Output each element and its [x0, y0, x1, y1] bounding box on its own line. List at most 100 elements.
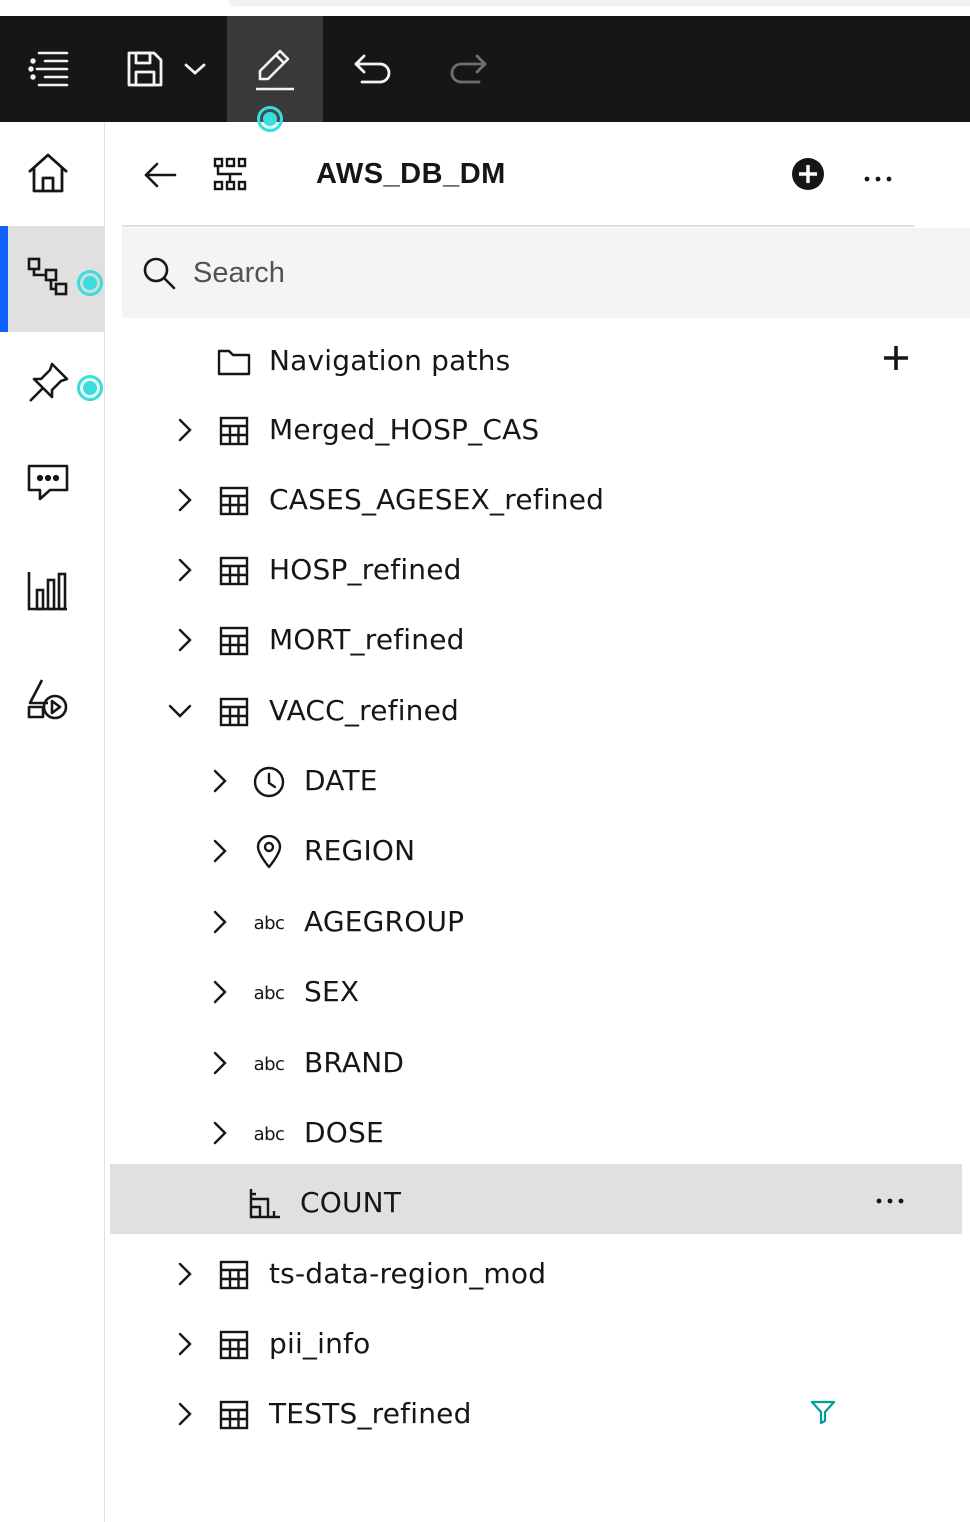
- menu-icon: [27, 47, 71, 91]
- tree-item-table-expanded[interactable]: VACC_refined: [110, 676, 962, 746]
- tree-item-label: HOSP_refined: [269, 553, 462, 586]
- undo-button[interactable]: [337, 16, 407, 122]
- table-icon: [217, 695, 251, 729]
- table-icon: [217, 414, 251, 448]
- chevron-right-icon[interactable]: [172, 418, 196, 442]
- filter-applied-indicator[interactable]: [808, 1399, 838, 1429]
- save-options-button[interactable]: [176, 16, 214, 122]
- measure-ruler-icon: [248, 1186, 282, 1220]
- tree-item-column[interactable]: abc AGEGROUP: [110, 887, 962, 957]
- tree-item-navigation-paths[interactable]: Navigation paths: [110, 326, 962, 396]
- nav-visualizations[interactable]: [0, 540, 104, 646]
- tree-item-table[interactable]: HOSP_refined: [110, 535, 962, 605]
- redo-button[interactable]: [434, 16, 504, 122]
- top-toolbar: [0, 16, 970, 122]
- text-type-icon: abc: [253, 1123, 285, 1145]
- tree-item-table[interactable]: pii_info: [110, 1309, 962, 1379]
- chevron-right-icon[interactable]: [172, 1402, 196, 1426]
- nav-home[interactable]: [0, 122, 104, 228]
- back-button[interactable]: [140, 158, 180, 196]
- tree-item-label: Merged_HOSP_CAS: [269, 413, 540, 446]
- table-icon: [217, 624, 251, 658]
- tree-item-table[interactable]: Merged_HOSP_CAS: [110, 395, 962, 465]
- tree-item-column[interactable]: abc DOSE: [110, 1098, 962, 1168]
- chevron-right-icon[interactable]: [207, 980, 231, 1004]
- chevron-right-icon[interactable]: [207, 1051, 231, 1075]
- tree-item-column[interactable]: abc BRAND: [110, 1028, 962, 1098]
- overflow-menu-button[interactable]: [860, 162, 896, 192]
- undo-icon: [352, 54, 392, 84]
- table-icon: [217, 1328, 251, 1362]
- tree-item-label: pii_info: [269, 1327, 371, 1360]
- tree-item-column[interactable]: DATE: [110, 746, 962, 816]
- search-icon: [142, 256, 176, 294]
- tree-item-label: TESTS_refined: [269, 1397, 472, 1430]
- table-icon: [217, 1398, 251, 1432]
- table-icon: [217, 484, 251, 518]
- menu-button[interactable]: [0, 16, 98, 122]
- arrow-left-icon: [143, 162, 177, 192]
- chevron-down-icon[interactable]: [168, 699, 192, 723]
- tree-item-label: BRAND: [304, 1046, 405, 1079]
- add-button[interactable]: [790, 158, 826, 194]
- tree-item-label: VACC_refined: [269, 694, 460, 727]
- tree-item-table[interactable]: ts-data-region_mod: [110, 1239, 962, 1309]
- save-icon: [126, 50, 164, 88]
- nav-chat[interactable]: [0, 432, 104, 538]
- chevron-right-icon[interactable]: [172, 1262, 196, 1286]
- chevron-right-icon[interactable]: [207, 839, 231, 863]
- chevron-right-icon[interactable]: [172, 628, 196, 652]
- search-bar: [122, 228, 970, 318]
- tree-item-column-selected[interactable]: COUNT: [110, 1164, 962, 1234]
- text-type-icon: abc: [253, 1053, 285, 1075]
- chevron-right-icon[interactable]: [207, 769, 231, 793]
- tree-item-label: MORT_refined: [269, 623, 465, 656]
- pin-indicator: [77, 375, 103, 401]
- tree-item-table[interactable]: TESTS_refined: [110, 1379, 962, 1449]
- home-icon: [26, 152, 70, 198]
- chevron-right-icon[interactable]: [172, 1332, 196, 1356]
- panel-header: AWS_DB_DM: [122, 122, 914, 227]
- chevron-right-icon[interactable]: [172, 558, 196, 582]
- row-overflow-button[interactable]: [872, 1186, 908, 1212]
- tree-item-table[interactable]: CASES_AGESEX_refined: [110, 465, 962, 535]
- text-type-icon: abc: [253, 982, 285, 1004]
- data-source-panel: AWS_DB_DM Navigation paths: [106, 122, 970, 1522]
- plus-icon: [883, 345, 909, 375]
- redo-icon: [449, 54, 489, 84]
- browser-top-strip: [0, 0, 970, 16]
- folder-icon: [217, 345, 251, 379]
- chevron-right-icon[interactable]: [207, 910, 231, 934]
- chevron-right-icon[interactable]: [172, 488, 196, 512]
- search-input[interactable]: [193, 255, 793, 291]
- tree-item-label: COUNT: [300, 1186, 402, 1219]
- clock-icon: [252, 765, 286, 799]
- chevron-right-icon[interactable]: [207, 1121, 231, 1145]
- shapes-icon: [26, 677, 70, 725]
- tree-item-label: CASES_AGESEX_refined: [269, 483, 605, 516]
- tree-item-label: SEX: [304, 975, 360, 1008]
- nav-shapes[interactable]: [0, 648, 104, 754]
- table-icon: [217, 554, 251, 588]
- tree-item-label: Navigation paths: [269, 344, 511, 377]
- more-horizontal-icon: [863, 168, 893, 187]
- tree-item-column[interactable]: abc SEX: [110, 957, 962, 1027]
- add-circle-icon: [791, 157, 825, 195]
- tree-item-label: DATE: [304, 764, 378, 797]
- tree-item-label: ts-data-region_mod: [269, 1257, 547, 1290]
- pin-icon: [26, 361, 70, 409]
- location-pin-icon: [252, 835, 286, 869]
- add-navigation-path-button[interactable]: [878, 342, 914, 378]
- data-module-button[interactable]: [210, 156, 250, 196]
- data-tree-indicator: [77, 270, 103, 296]
- data-tree-icon: [26, 256, 70, 302]
- tab-edge: [228, 0, 970, 6]
- save-button[interactable]: [112, 16, 178, 122]
- tree-item-table[interactable]: MORT_refined: [110, 605, 962, 675]
- tree-item-label: DOSE: [304, 1116, 384, 1149]
- left-nav-rail: [0, 122, 105, 1522]
- more-horizontal-icon: [875, 1190, 905, 1209]
- tree-item-label: REGION: [304, 834, 416, 867]
- chevron-down-icon: [184, 62, 206, 76]
- tree-item-column[interactable]: REGION: [110, 816, 962, 886]
